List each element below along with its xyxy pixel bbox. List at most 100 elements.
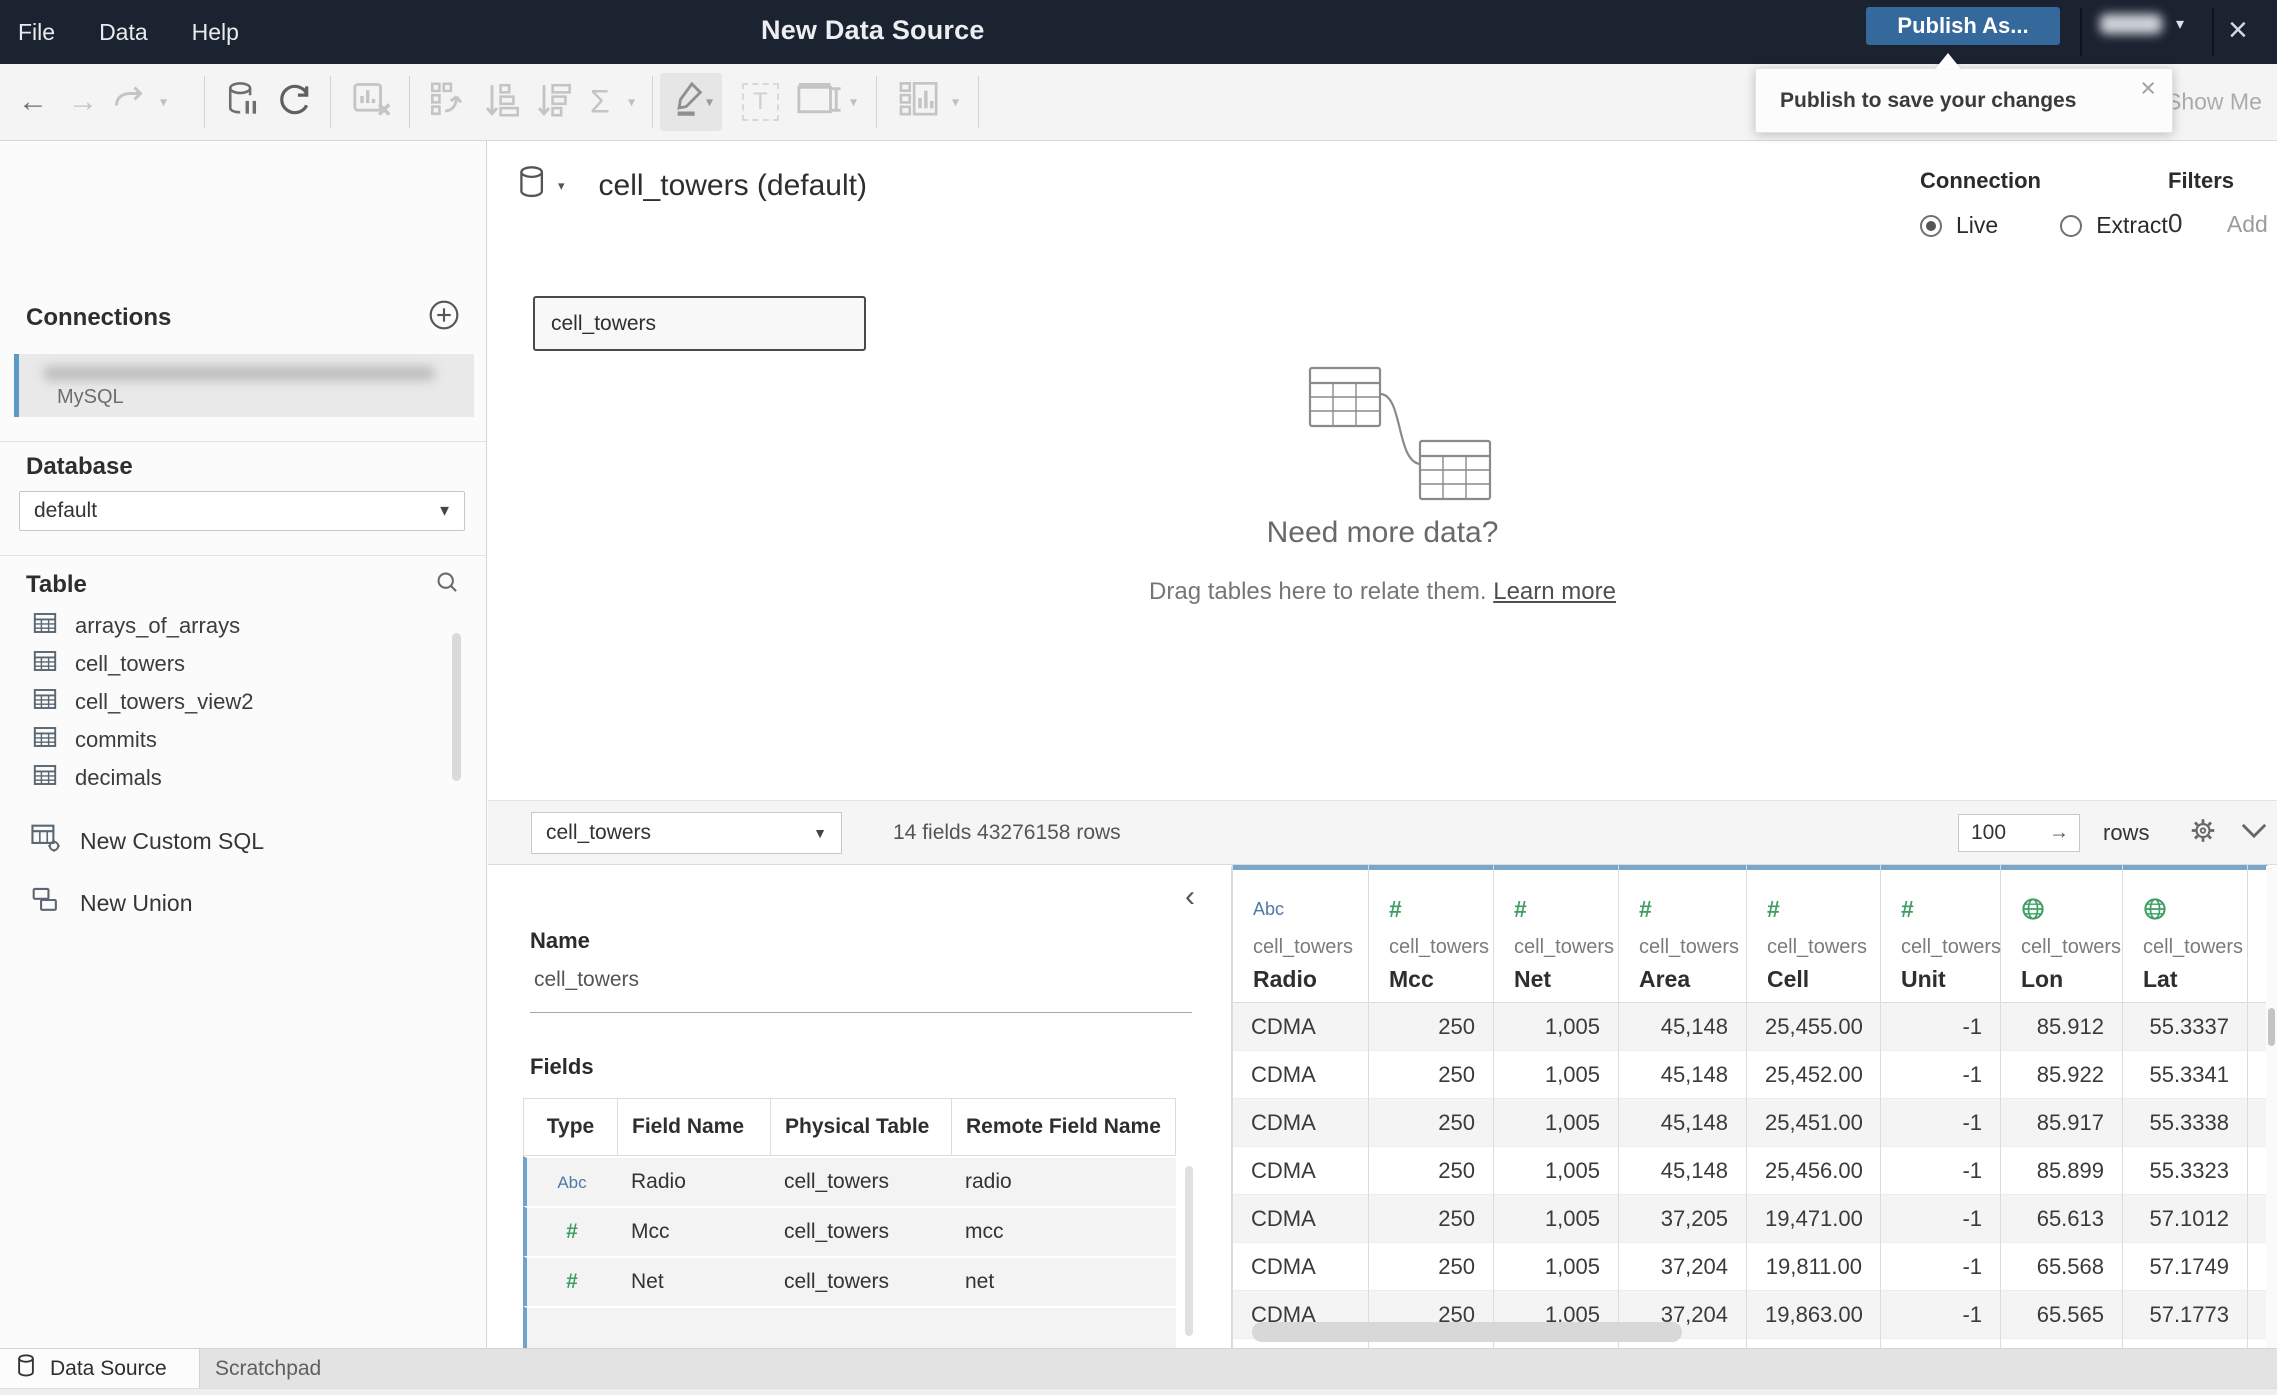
show-me-button[interactable]: Show Me [2166,89,2262,116]
grid-cell[interactable]: 250 [1369,1243,1493,1291]
collapse-panel-icon[interactable]: ‹ [1185,880,1195,914]
field-name-cell[interactable]: Mcc [617,1206,770,1256]
grid-cell[interactable]: 45,148 [1619,1099,1746,1147]
grid-cell[interactable]: 55.3337 [2123,1003,2247,1051]
table-item-arrays_of_arrays[interactable]: arrays_of_arrays [0,607,450,645]
search-icon[interactable] [434,569,460,600]
connection-item-selected[interactable]: MySQL [14,354,474,417]
grid-cell[interactable]: 25,455.00 [1747,1003,1880,1051]
back-button[interactable]: ← [18,85,48,119]
redo-icon[interactable] [112,85,148,120]
add-connection-icon[interactable] [428,299,460,336]
live-radio[interactable] [1920,214,1942,237]
grid-cell[interactable]: 1,005 [1494,1099,1618,1147]
fields-row-net[interactable]: # Net cell_towers net [523,1256,1176,1306]
grid-cell[interactable]: -1 [1881,1051,2000,1099]
menu-data[interactable]: Data [99,19,148,46]
grid-cell[interactable]: 45,148 [1619,1147,1746,1195]
close-icon[interactable]: × [2228,8,2248,52]
grid-cell[interactable]: 19,471.00 [1747,1195,1880,1243]
grid-cell[interactable]: -1 [1881,1147,2000,1195]
grid-cell[interactable]: CDMA [1233,1243,1368,1291]
grid-cell[interactable]: 85.922 [2001,1051,2122,1099]
field-name-cell[interactable]: Radio [617,1156,770,1206]
logical-table-node[interactable]: cell_towers [533,296,866,351]
refresh-icon[interactable] [276,81,314,124]
clear-sheet-icon[interactable] [352,82,392,123]
grid-cell[interactable]: -1 [1881,1195,2000,1243]
grid-column-header[interactable]: cell_towers Lon [2001,865,2122,1003]
chevron-down-icon[interactable]: ▾ [850,94,857,111]
menu-help[interactable]: Help [192,19,239,46]
grid-cell[interactable]: 65.565 [2001,1291,2122,1339]
grid-cell[interactable]: CDMA [1233,1051,1368,1099]
table-item-cell_towers[interactable]: cell_towers [0,645,450,683]
text-label-icon[interactable]: T [742,83,779,121]
grid-cell[interactable]: 37,204 [1619,1243,1746,1291]
grid-column-header[interactable]: cell_towers Lat [2123,865,2247,1003]
grid-column-header[interactable]: # cell_towers Area [1619,865,1746,1003]
grid-column-header[interactable]: # cell_towers Net [1494,865,1618,1003]
grid-cell[interactable]: 25,456.00 [1747,1147,1880,1195]
grid-cell[interactable]: 25,452.00 [1747,1051,1880,1099]
grid-cell[interactable]: CDMA [1233,1003,1368,1051]
sidebar-scrollbar[interactable] [452,633,461,781]
grid-cell[interactable]: 250 [1369,1051,1493,1099]
database-select[interactable]: default ▼ [19,491,465,531]
grid-cell[interactable]: 85.912 [2001,1003,2122,1051]
fields-table-scrollbar[interactable] [1185,1166,1193,1336]
datasource-title[interactable]: cell_towers (default) [599,169,867,203]
grid-cell[interactable]: 45,148 [1619,1051,1746,1099]
fit-width-icon[interactable] [796,82,842,123]
grid-cell[interactable]: 1,005 [1494,1147,1618,1195]
close-icon[interactable]: × [2140,73,2156,104]
grid-cell[interactable]: 57.1773 [2123,1291,2247,1339]
number-type-icon[interactable]: # [566,1270,578,1293]
grid-cell[interactable]: 65.568 [2001,1243,2122,1291]
grid-cell[interactable]: 85.917 [2001,1099,2122,1147]
text-type-icon[interactable]: Abc [557,1173,586,1192]
grid-cell[interactable]: 25,451.00 [1747,1099,1880,1147]
extract-radio[interactable] [2060,214,2083,237]
grid-vertical-scrollbar[interactable] [2268,1008,2275,1046]
row-count-input[interactable]: 100 → [1958,814,2080,852]
extract-label[interactable]: Extract [2096,212,2168,239]
totals-sigma-icon[interactable]: Σ [590,84,610,121]
grid-cell[interactable]: 250 [1369,1147,1493,1195]
datasource-db-icon[interactable] [518,165,548,206]
group-members-icon[interactable] [428,80,468,125]
grid-cell[interactable]: 19,811.00 [1747,1243,1880,1291]
grid-cell[interactable]: 1,005 [1494,1051,1618,1099]
grid-cell[interactable]: CDMA [1233,1147,1368,1195]
grid-cell[interactable]: 55.3323 [2123,1147,2247,1195]
grid-cell[interactable]: 250 [1369,1195,1493,1243]
grid-cell[interactable]: 57.1012 [2123,1195,2247,1243]
new-custom-sql-button[interactable]: New Custom SQL [0,821,264,861]
grid-cell[interactable]: 55.3338 [2123,1099,2247,1147]
grid-column-header[interactable]: # cell_towers Unit [1881,865,2001,1003]
grid-cell[interactable]: -1 [1881,1003,2000,1051]
grid-cell[interactable]: -1 [1881,1243,2000,1291]
chevron-down-icon[interactable]: ▾ [160,94,167,111]
pause-updates-icon[interactable] [226,81,260,124]
grid-cell[interactable]: CDMA [1233,1195,1368,1243]
fields-row-mcc[interactable]: # Mcc cell_towers mcc [523,1206,1176,1256]
table-item-decimals[interactable]: decimals [0,759,450,797]
grid-cell[interactable]: 250 [1369,1099,1493,1147]
sort-ascending-icon[interactable] [482,80,522,125]
apply-row-count-icon[interactable]: → [2049,822,2069,845]
user-menu[interactable]: ▾ [2100,14,2184,34]
chevron-down-icon[interactable]: ▾ [952,94,959,111]
menu-file[interactable]: File [18,19,55,46]
publish-as-button[interactable]: Publish As... [1866,7,2060,45]
number-type-icon[interactable]: # [566,1220,578,1243]
table-item-commits[interactable]: commits [0,721,450,759]
sort-descending-icon[interactable] [534,80,574,125]
grid-cell[interactable]: CDMA [1233,1099,1368,1147]
grid-cell[interactable]: -1 [1881,1099,2000,1147]
tab-scratchpad[interactable]: Scratchpad [215,1349,321,1389]
grid-cell[interactable]: 1,005 [1494,1195,1618,1243]
grid-column-header[interactable]: # cell_towers Cell [1747,865,1880,1003]
grid-column-header[interactable]: # cell_towers Mcc [1369,865,1493,1003]
forward-button[interactable]: → [68,85,98,119]
